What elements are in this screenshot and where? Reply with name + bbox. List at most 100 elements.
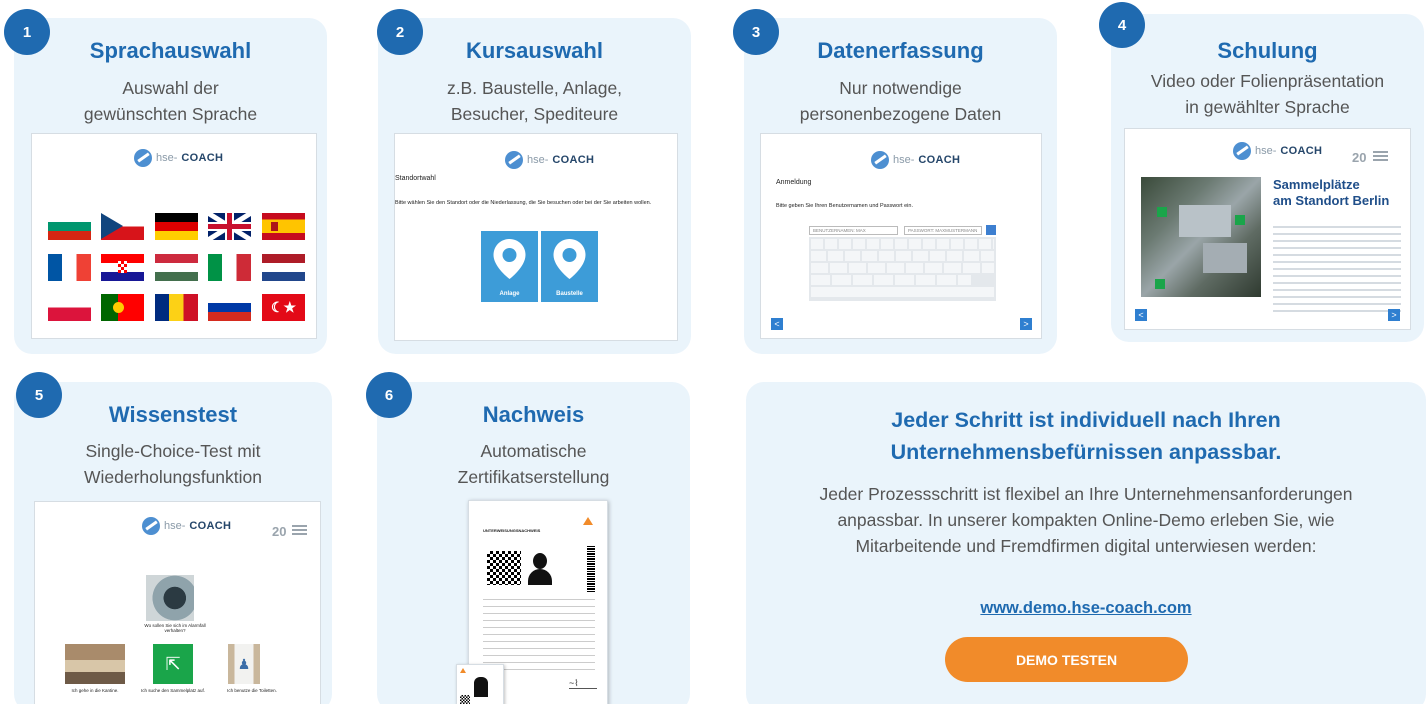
info-title: Unternehmensbefürnissen anpassbar.: [890, 440, 1282, 464]
quiz-screenshot: hse- COACH 20 Wo sollen Sie sich im Alarm…: [34, 501, 321, 704]
brand-triangle-icon: [583, 517, 593, 525]
step-subtitle: Wiederholungsfunktion: [83, 467, 263, 487]
step-title: Nachweis: [482, 402, 585, 427]
submit-button[interactable]: [986, 225, 996, 235]
flag-romania-icon[interactable]: [155, 294, 198, 321]
id-card-document: [456, 664, 504, 704]
flag-hungary-icon[interactable]: [155, 254, 198, 281]
flag-italy-icon[interactable]: [208, 254, 251, 281]
tile-label: Baustelle: [556, 291, 583, 297]
location-pin-icon: [493, 239, 526, 279]
hse-coach-logo: hse- COACH: [134, 149, 223, 167]
step-title: Kursauswahl: [466, 38, 603, 63]
tile-baustelle[interactable]: Baustelle: [541, 231, 598, 302]
question-image: [146, 575, 194, 621]
document-title: UNTERWEISUNGSNACHWEIS: [483, 528, 541, 533]
slide-title: Sammelplätze: [1273, 177, 1360, 192]
assembly-point-icon: [1235, 215, 1245, 225]
logo-mark-icon: [134, 149, 152, 167]
step-subtitle: Zertifikatserstellung: [457, 467, 610, 487]
step-subtitle: in gewählter Sprache: [1185, 97, 1350, 117]
prev-arrow-icon[interactable]: <: [1135, 309, 1147, 321]
flag-poland-icon[interactable]: [48, 294, 91, 321]
qr-code-icon: [487, 551, 521, 585]
answer-text[interactable]: Ich benutze die Toiletten.: [220, 688, 284, 693]
step-subtitle: Single-Choice-Test mit: [85, 441, 261, 461]
info-text: anpassbar. In unserer kompakten Online-D…: [837, 510, 1335, 530]
info-text: Mitarbeitende und Fremdfirmen digital un…: [855, 536, 1317, 556]
logo-mark-icon: [871, 151, 889, 169]
step-subtitle: Automatische: [480, 441, 587, 461]
page-counter: 20: [1352, 150, 1367, 165]
step-title: Wissenstest: [108, 402, 238, 427]
slide-title: am Standort Berlin: [1273, 193, 1390, 208]
answer-image-toilet[interactable]: ♟: [228, 644, 260, 684]
menu-icon[interactable]: [1373, 151, 1388, 163]
slide-bullets: [1273, 221, 1401, 313]
step-subtitle: Video oder Folienpräsentation: [1150, 71, 1385, 91]
flag-portugal-icon[interactable]: [101, 294, 144, 321]
password-field[interactable]: PASSWORT: MAXMUSTERMANN: [904, 226, 982, 235]
step-subtitle: z.B. Baustelle, Anlage,: [446, 78, 623, 98]
page-counter: 20: [272, 524, 287, 539]
step-title: Sprachauswahl: [89, 38, 252, 63]
screen-heading: Anmeldung: [776, 179, 812, 186]
screen-text: Bitte wählen Sie den Standort oder die N…: [395, 200, 652, 206]
flag-spain-icon[interactable]: [262, 213, 305, 240]
demo-test-button[interactable]: DEMO TESTEN: [945, 637, 1188, 682]
hse-coach-logo: hse- COACH: [142, 517, 231, 535]
person-photo: [474, 677, 488, 697]
step-subtitle: gewünschten Sprache: [83, 104, 258, 124]
virtual-keyboard[interactable]: [809, 237, 996, 301]
flag-france-icon[interactable]: [48, 254, 91, 281]
flag-netherlands-icon[interactable]: [262, 254, 305, 281]
demo-link[interactable]: www.demo.hse-coach.com: [746, 599, 1426, 618]
assembly-point-icon: [1155, 279, 1165, 289]
next-arrow-icon[interactable]: >: [1388, 309, 1400, 321]
answer-text[interactable]: Ich suche den Sammelplatz auf.: [135, 688, 211, 693]
hse-coach-logo: hse- COACH: [1233, 142, 1322, 160]
screen-text: Bitte geben Sie Ihren Benutzernamen und …: [776, 203, 913, 209]
logo-mark-icon: [1233, 142, 1251, 160]
flag-turkey-icon[interactable]: ☾★: [262, 294, 305, 321]
answer-text[interactable]: Ich gehe in die Kantine.: [61, 688, 129, 693]
qr-code-icon: [460, 695, 470, 704]
screen-heading: Standortwahl: [395, 175, 436, 182]
location-pin-icon: [553, 239, 586, 279]
document-lines: [483, 593, 595, 673]
training-screenshot: hse- COACH 20 Sammelplätze am Standort Be…: [1124, 128, 1411, 330]
step-subtitle: Besucher, Spediteure: [450, 104, 619, 124]
step-subtitle: personenbezogene Daten: [799, 104, 1002, 124]
person-photo: [526, 549, 554, 585]
flag-russia-icon[interactable]: [208, 294, 251, 321]
step-title: Datenerfassung: [817, 38, 984, 63]
step-subtitle: Auswahl der: [122, 78, 219, 98]
hse-coach-logo: hse- COACH: [505, 151, 594, 169]
logo-mark-icon: [142, 517, 160, 535]
hse-coach-logo: hse- COACH: [871, 151, 960, 169]
course-screenshot: hse- COACH Standortwahl Bitte wählen Sie …: [394, 133, 678, 341]
aerial-photo: [1141, 177, 1261, 297]
prev-arrow-icon[interactable]: <: [771, 318, 783, 330]
barcode-icon: [587, 546, 595, 598]
tile-anlage[interactable]: Anlage: [481, 231, 538, 302]
step-title: Schulung: [1217, 38, 1318, 63]
answer-image-canteen[interactable]: [65, 644, 125, 684]
login-screenshot: hse- COACH Anmeldung Bitte geben Sie Ihre…: [760, 133, 1042, 339]
assembly-point-icon: [1157, 207, 1167, 217]
next-arrow-icon[interactable]: >: [1020, 318, 1032, 330]
flag-uk-icon[interactable]: [204, 209, 255, 244]
menu-icon[interactable]: [292, 525, 307, 537]
step-subtitle: Nur notwendige: [839, 78, 962, 98]
language-screenshot: hse- COACH ☾★: [31, 133, 317, 339]
logo-mark-icon: [505, 151, 523, 169]
assembly-sign-icon[interactable]: ⇱: [153, 644, 193, 684]
flag-czech-icon[interactable]: [101, 213, 144, 240]
question-text: Wo sollen Sie sich im Alarmfall verhalte…: [144, 623, 206, 633]
flag-germany-icon[interactable]: [155, 213, 198, 240]
info-text: Jeder Prozessschritt ist flexibel an Ihr…: [819, 484, 1353, 504]
flag-croatia-icon[interactable]: [101, 254, 144, 281]
tile-label: Anlage: [499, 291, 520, 297]
username-field[interactable]: BENUTZERNAMEN: MAX: [809, 226, 898, 235]
flag-bulgaria-icon[interactable]: [48, 213, 91, 240]
